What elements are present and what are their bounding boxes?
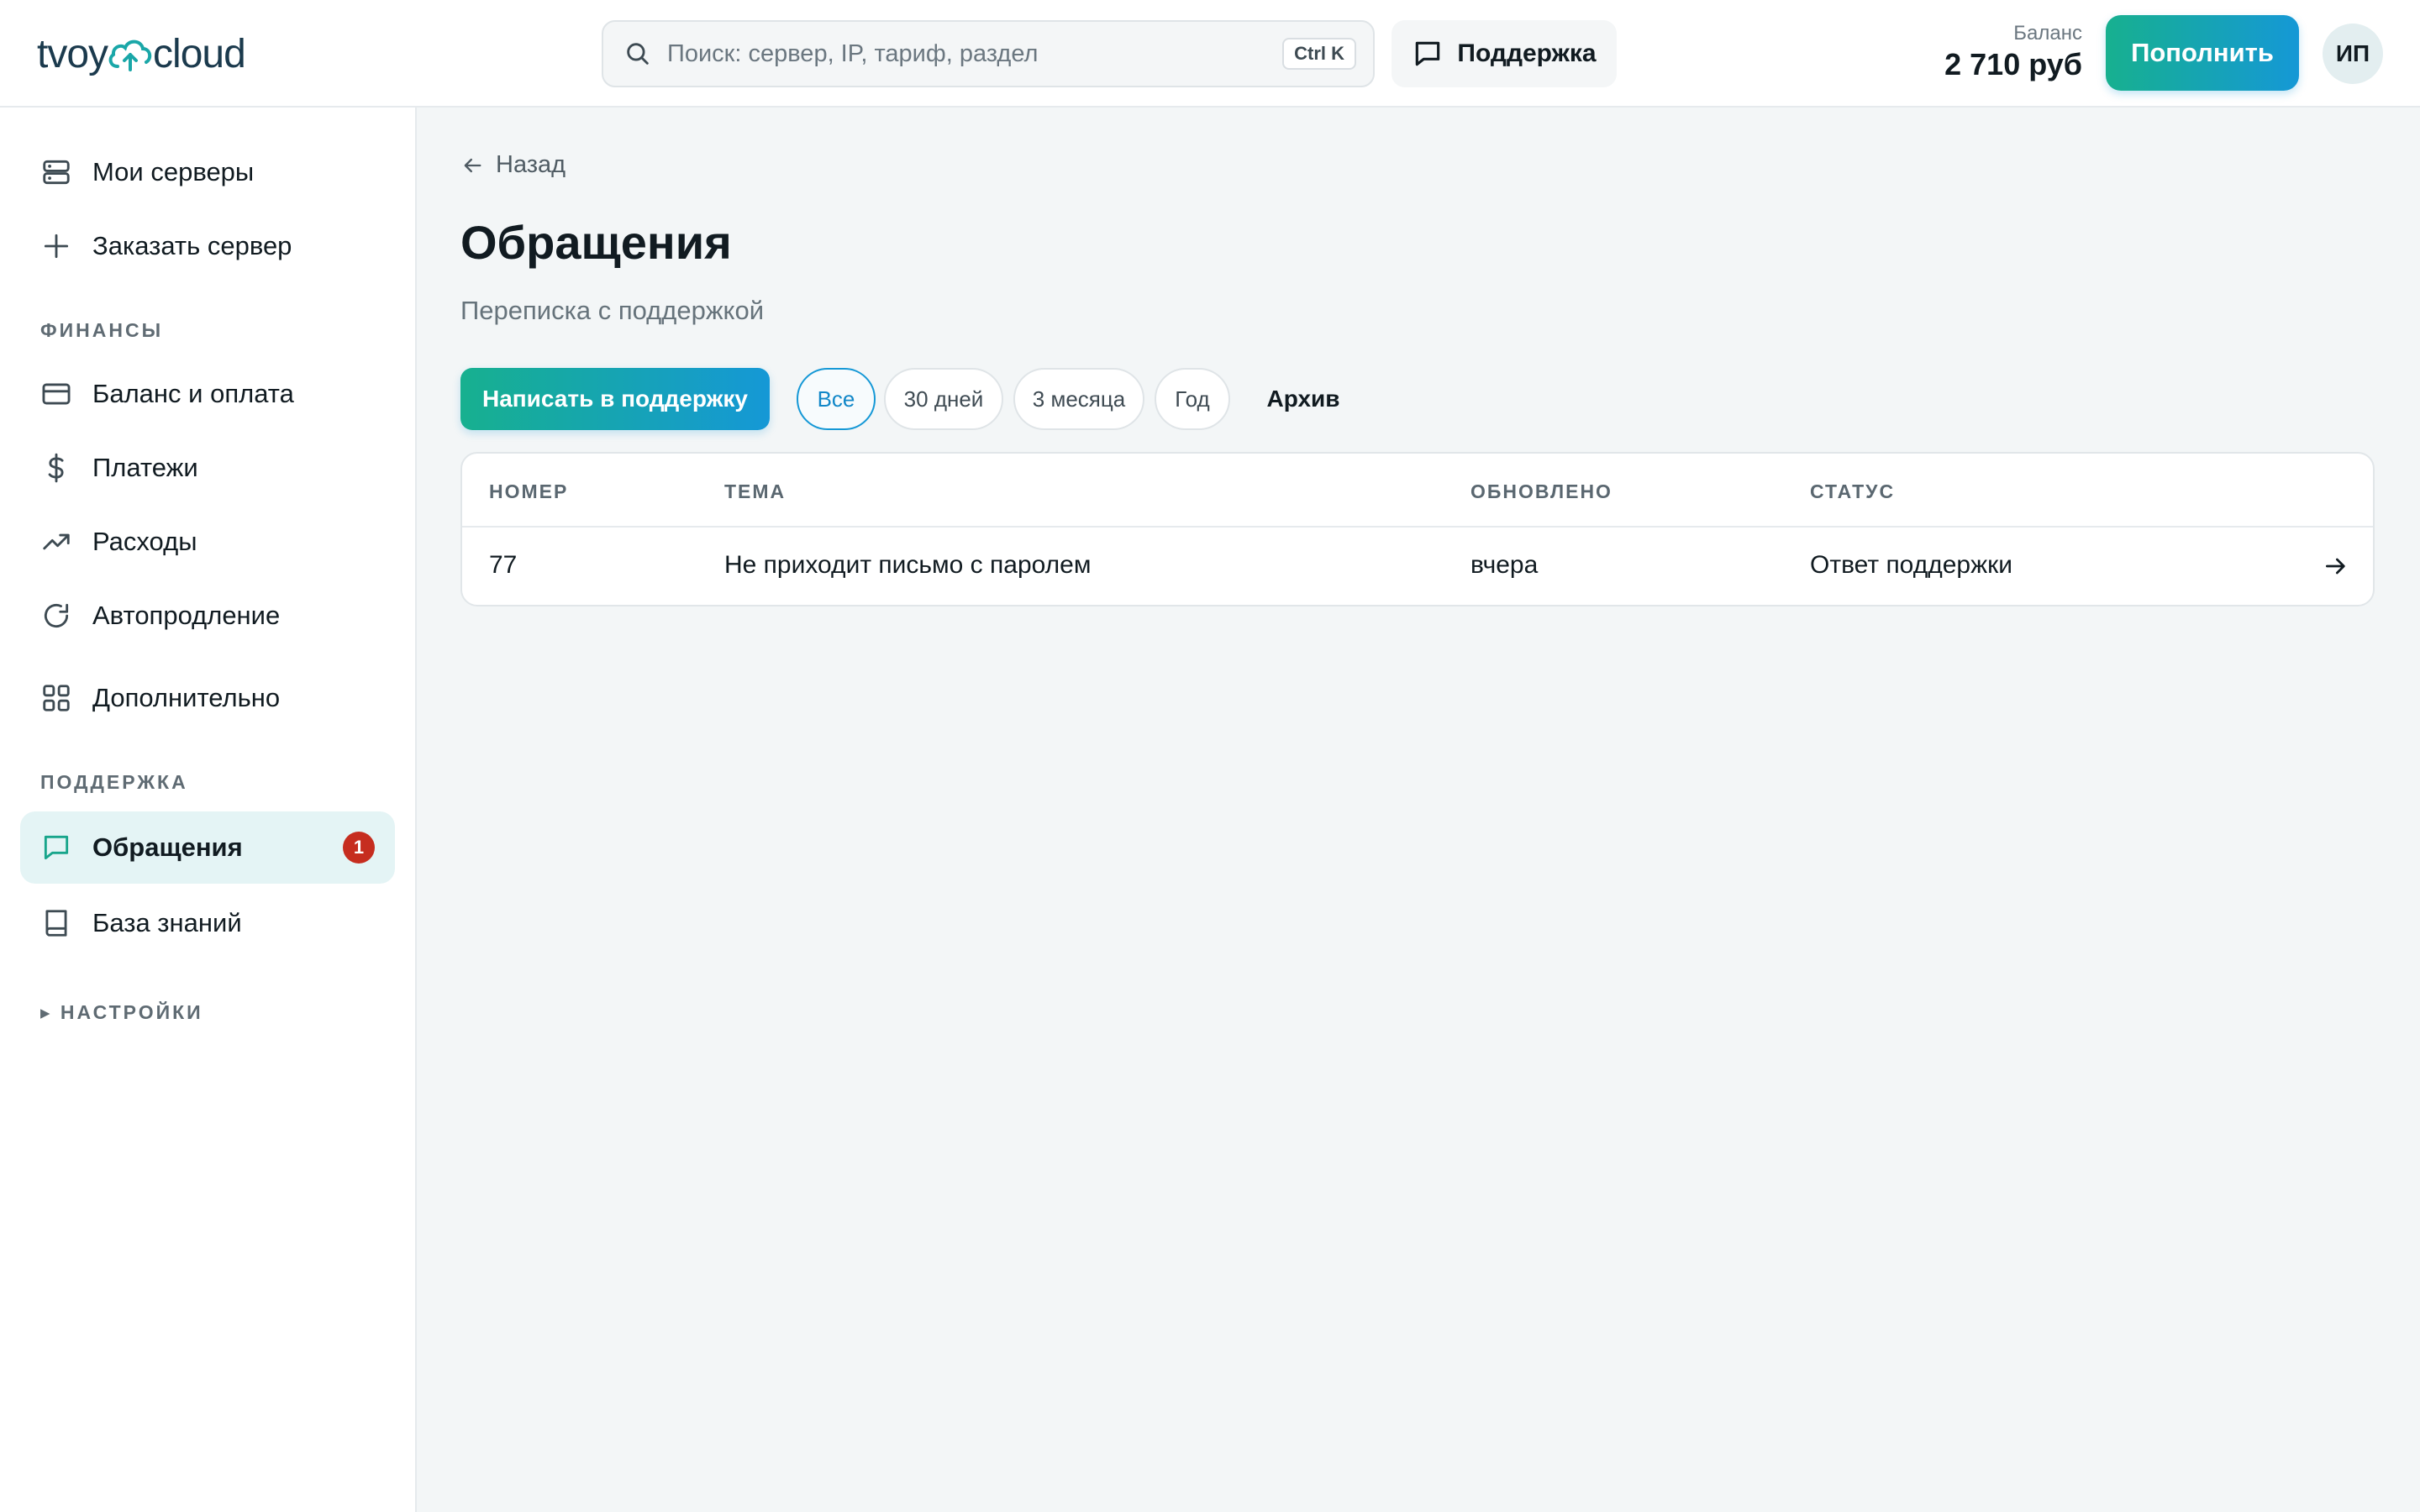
refresh-icon [44,603,69,628]
back-link-label: Назад [496,151,566,178]
chat-icon [1416,41,1440,66]
sidebar-item-label: Заказать сервер [92,231,292,260]
global-search[interactable]: Ctrl K [602,20,1375,87]
support-button-label: Поддержка [1457,39,1597,67]
trending-up-icon [43,533,70,550]
section-label-finance: ФИНАНСЫ [40,319,164,341]
server-icon [43,160,70,185]
logo-text-right: cloud [153,31,246,76]
sidebar-item-balance[interactable]: Баланс и оплата [20,358,395,430]
new-ticket-button[interactable]: Написать в поддержку [460,368,770,430]
ticket-number: 77 [489,551,518,579]
top-header: tvoy cloud Ctrl K Поддержка Баланс 2 710… [0,0,2420,108]
support-button[interactable]: Поддержка [1392,20,1617,87]
filter-30-days[interactable]: 30 дней [884,368,1003,430]
arrow-left-icon [464,158,481,172]
book-icon [45,910,67,937]
search-shortcut-hint: Ctrl K [1282,38,1356,70]
sidebar-item-label: Платежи [92,453,198,482]
sidebar-item-additional[interactable]: Дополнительно [20,662,395,734]
filter-3-months[interactable]: 3 месяца [1013,368,1144,430]
sidebar-item-label: Автопродление [92,601,281,630]
column-header-subject: ТЕМА [724,480,786,502]
app-root: tvoy cloud Ctrl K Поддержка Баланс 2 710… [0,0,2420,1512]
filter-year[interactable]: Год [1155,368,1230,430]
sidebar-item-autorenew[interactable]: Автопродление [20,580,395,652]
sidebar-item-label: Дополнительно [92,683,281,712]
search-input[interactable] [667,39,1283,68]
search-icon [627,43,649,65]
sidebar-item-label: Расходы [92,527,197,556]
sidebar-item-label: База знаний [92,908,242,937]
sidebar-item-expenses[interactable]: Расходы [20,506,395,578]
column-header-number: НОМЕР [489,480,569,502]
sidebar-item-payments[interactable]: Платежи [20,432,395,504]
balance-value: 2 710 руб [1944,47,2082,81]
balance-display: Баланс 2 710 руб [1944,22,2082,82]
ticket-subject: Не приходит письмо с паролем [724,551,1092,579]
balance-label: Баланс [2013,22,2082,45]
page-title: Обращения [460,216,732,269]
main-content: Назад Обращения Переписка с поддержкой Н… [418,109,2420,1512]
grid-icon [43,685,70,711]
ticket-status: Ответ поддержки [1810,551,2013,579]
sidebar-item-label: Обращения [92,832,243,862]
column-header-updated: ОБНОВЛЕНО [1470,480,1612,502]
credit-card-icon [42,383,71,405]
logo-text-left: tvoy [37,31,108,76]
filter-all[interactable]: Все [797,368,876,430]
sidebar-item-my-servers[interactable]: Мои серверы [20,136,395,208]
back-link[interactable]: Назад [460,151,566,179]
table-row[interactable]: 77 Не приходит письмо с паролем вчера От… [462,528,2373,606]
column-header-status: СТАТУС [1810,480,1896,502]
cloud-logo-icon [108,39,152,71]
arrow-right-icon[interactable] [2323,553,2349,580]
tickets-table: НОМЕР ТЕМА ОБНОВЛЕНО СТАТУС 77 Не приход… [460,452,2375,606]
logo[interactable]: tvoy cloud [37,29,246,79]
section-label-support: ПОДДЕРЖКА [40,771,188,793]
sidebar-item-tickets[interactable]: Обращения 1 [20,811,395,884]
ticket-updated: вчера [1470,551,1539,579]
topup-button[interactable]: Пополнить [2106,15,2299,91]
sidebar-item-knowledge-base[interactable]: База знаний [20,887,395,959]
filter-archive[interactable]: Архив [1240,368,1366,430]
unread-badge: 1 [343,832,375,864]
page-subtitle: Переписка с поддержкой [460,296,765,325]
sidebar-item-order-server[interactable]: Заказать сервер [20,210,395,282]
dollar-icon [48,453,64,483]
sidebar-item-label: Баланс и оплата [92,379,294,408]
chat-icon [44,835,69,860]
section-toggle-settings[interactable]: ▸ НАСТРОЙКИ [40,1001,203,1024]
plus-icon [44,234,69,259]
sidebar: Мои серверы Заказать сервер ФИНАНСЫ Бала… [0,108,417,1512]
user-avatar[interactable]: ИП [2323,24,2383,84]
sidebar-item-label: Мои серверы [92,157,255,186]
